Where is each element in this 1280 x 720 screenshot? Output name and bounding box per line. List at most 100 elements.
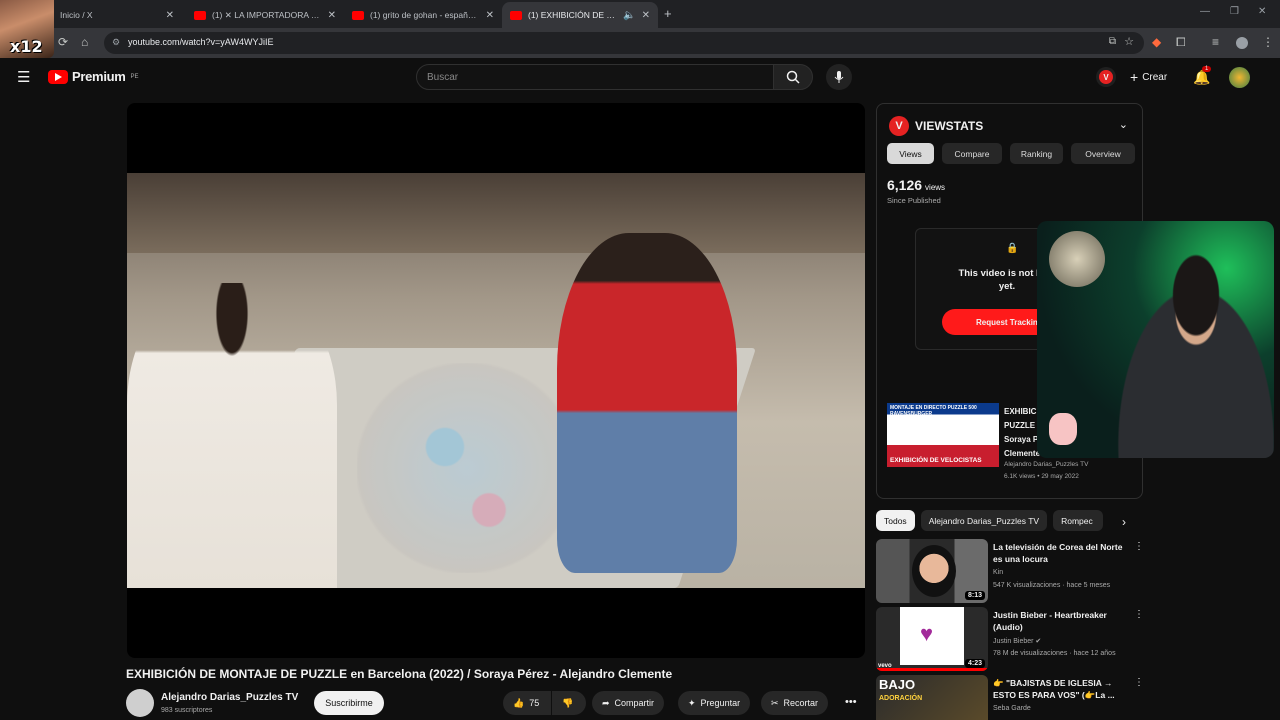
recommendation-channel: Seba Garde (993, 705, 1031, 712)
hamburger-menu-icon[interactable]: ☰ (17, 68, 30, 86)
video-player[interactable] (127, 103, 865, 658)
more-actions-icon[interactable]: ••• (845, 696, 857, 708)
video-person-man (127, 283, 337, 588)
close-tab-icon[interactable]: ✕ (486, 10, 494, 21)
voice-search-button[interactable] (826, 64, 852, 90)
recommendation-thumbnail[interactable]: BAJO ADORACIÓN (876, 675, 988, 720)
views-count: 6,126 (887, 177, 923, 193)
subscriber-count: 983 suscriptores (161, 707, 213, 714)
install-icon[interactable]: ⧉ (1109, 36, 1116, 47)
recommendation-title: La televisión de Corea del Norte es una … (993, 542, 1123, 564)
like-count: 75 (529, 698, 540, 708)
more-options-icon[interactable]: ⋮ (1134, 677, 1144, 688)
create-button[interactable]: + Crear (1130, 69, 1167, 85)
logo-region: PE (130, 73, 139, 80)
search-input[interactable]: Buscar (416, 64, 774, 90)
share-icon: ➦ (602, 697, 610, 708)
webcam-streamer (1097, 247, 1274, 458)
channel-text: Justin Bieber (993, 638, 1034, 645)
chip-rompecabezas[interactable]: Rompec (1053, 510, 1104, 531)
recommendation-meta: 547 K visualizaciones · hace 5 meses (993, 582, 1111, 589)
close-tab-icon[interactable]: ✕ (328, 10, 336, 21)
recommendation-meta: 78 M de visualizaciones · hace 12 años (993, 650, 1116, 657)
chevron-down-icon[interactable]: ⌄ (1119, 118, 1128, 131)
account-avatar[interactable] (1229, 67, 1250, 88)
recommendation-item[interactable]: ♥ vevo 4:23 Justin Bieber - Heartbreaker… (876, 607, 1146, 671)
extensions-icon[interactable]: ⧠ (1176, 35, 1186, 50)
browser-tab-x[interactable]: Inicio / X ✕ (52, 2, 182, 28)
thumbnail-bottom-text: EXHIBICIÓN DE VELOCISTAS (890, 457, 982, 464)
create-label: Crear (1142, 71, 1168, 83)
like-button[interactable]: 👍 75 (503, 691, 551, 715)
more-options-icon[interactable]: ⋮ (1134, 541, 1144, 552)
thumbs-up-icon: 👍 (513, 697, 525, 708)
video-frame (127, 173, 865, 588)
heart-icon: ♥ (920, 621, 934, 646)
extension-fox-icon[interactable]: ◆ (1152, 35, 1161, 49)
video-person-woman (557, 233, 737, 573)
share-button[interactable]: ➦ Compartir (592, 691, 665, 715)
close-tab-icon[interactable]: ✕ (642, 10, 650, 21)
browser-menu-icon[interactable]: ⋮ (1262, 35, 1274, 49)
channel-avatar[interactable] (126, 689, 154, 717)
site-info-icon[interactable]: ⚙ (112, 37, 120, 48)
channel-name[interactable]: Alejandro Darias_Puzzles TV (161, 692, 298, 703)
speaker-icon[interactable]: 🔈 (623, 10, 635, 21)
browser-tab-gohan[interactable]: (1) grito de gohan - español e ✕ (344, 2, 502, 28)
search-button[interactable] (773, 64, 813, 90)
browser-tab-importadora[interactable]: (1) ✕ LA IMPORTADORA MÁS ✕ (186, 2, 344, 28)
url-field[interactable]: ⚙ youtube.com/watch?v=yAW4WYJiIE ⧉ ☆ (104, 32, 1144, 54)
youtube-premium-logo[interactable]: Premium PE (48, 69, 139, 84)
close-tab-icon[interactable]: ✕ (166, 10, 174, 21)
sparkle-icon: ✦ (688, 697, 696, 708)
video-puzzle-pieces (357, 363, 577, 573)
media-control-icon[interactable]: ≡ (1212, 35, 1219, 49)
recommendation-item[interactable]: 8:13 La televisión de Corea del Norte es… (876, 539, 1146, 603)
viewstats-video-thumbnail[interactable]: MONTAJE EN DIRECTO PUZZLE 500 RAVENSBURG… (887, 403, 999, 467)
url-text: youtube.com/watch?v=yAW4WYJiIE (128, 37, 274, 47)
video-title: EXHIBICIÓN DE MONTAJE DE PUZZLE en Barce… (126, 667, 673, 681)
more-options-icon[interactable]: ⋮ (1134, 609, 1144, 620)
scissors-icon: ✂ (771, 697, 779, 708)
recommendation-thumbnail[interactable]: ♥ vevo 4:23 (876, 607, 988, 671)
lock-icon: 🔒 (1006, 243, 1019, 254)
thumbnail-top-text: MONTAJE EN DIRECTO PUZZLE 500 RAVENSBURG… (890, 405, 977, 417)
window-close-icon[interactable]: ✕ (1258, 6, 1266, 17)
profile-icon[interactable] (1236, 37, 1248, 49)
clip-button[interactable]: ✂ Recortar (761, 691, 829, 715)
reload-icon[interactable]: ⟳ (58, 35, 68, 49)
chevron-right-icon[interactable]: › (1122, 515, 1126, 529)
clip-label: Recortar (783, 698, 819, 708)
viewstats-video-channel: Alejandro Darias_Puzzles TV (1004, 461, 1089, 468)
ask-button[interactable]: ✦ Preguntar (678, 691, 751, 715)
minimize-icon[interactable]: — (1200, 6, 1210, 17)
youtube-icon (352, 10, 364, 20)
tab-title: (1) ✕ LA IMPORTADORA MÁS (212, 9, 322, 20)
notifications-button[interactable]: 🔔 1 (1193, 66, 1212, 86)
viewstats-extension-button[interactable]: V (1096, 67, 1116, 87)
dislike-button[interactable]: 👎 (552, 691, 586, 715)
webcam-sticker (1049, 413, 1077, 445)
home-icon[interactable]: ⌂ (81, 35, 88, 49)
bookmark-star-icon[interactable]: ☆ (1124, 35, 1134, 48)
viewstats-tab-ranking[interactable]: Ranking (1010, 143, 1063, 164)
video-duration: 4:23 (964, 659, 985, 668)
browser-tab-exhibicion[interactable]: (1) EXHIBICIÓN DE MONTA 🔈 ✕ (502, 2, 658, 28)
tab-title: Inicio / X (60, 10, 93, 20)
thumbnail-subtext: ADORACIÓN (879, 695, 923, 702)
chip-channel[interactable]: Alejandro Darias_Puzzles TV (920, 510, 1048, 531)
tab-title: (1) EXHIBICIÓN DE MONTA (528, 10, 617, 20)
not-tracked-notice: 🔒 This video is not bein yet. Request Tra… (915, 228, 1082, 350)
viewstats-tab-compare[interactable]: Compare (942, 143, 1002, 164)
subscribe-button[interactable]: Suscribirme (314, 691, 384, 715)
recommendation-thumbnail[interactable]: 8:13 (876, 539, 988, 603)
viewstats-tab-overview[interactable]: Overview (1071, 143, 1135, 164)
recommendation-item[interactable]: BAJO ADORACIÓN 👉 "BAJISTAS DE IGLESIA → … (876, 675, 1146, 720)
notification-badge: 1 (1202, 66, 1212, 72)
recommendation-title: 👉 "BAJISTAS DE IGLESIA → ESTO ES PARA VO… (993, 678, 1115, 700)
chip-todos[interactable]: Todos (876, 510, 915, 531)
recommendation-channel: Justin Bieber ✔ (993, 637, 1041, 645)
viewstats-tab-views[interactable]: Views (887, 143, 934, 164)
maximize-icon[interactable]: ❐ (1230, 6, 1239, 17)
new-tab-icon[interactable]: + (664, 6, 672, 21)
